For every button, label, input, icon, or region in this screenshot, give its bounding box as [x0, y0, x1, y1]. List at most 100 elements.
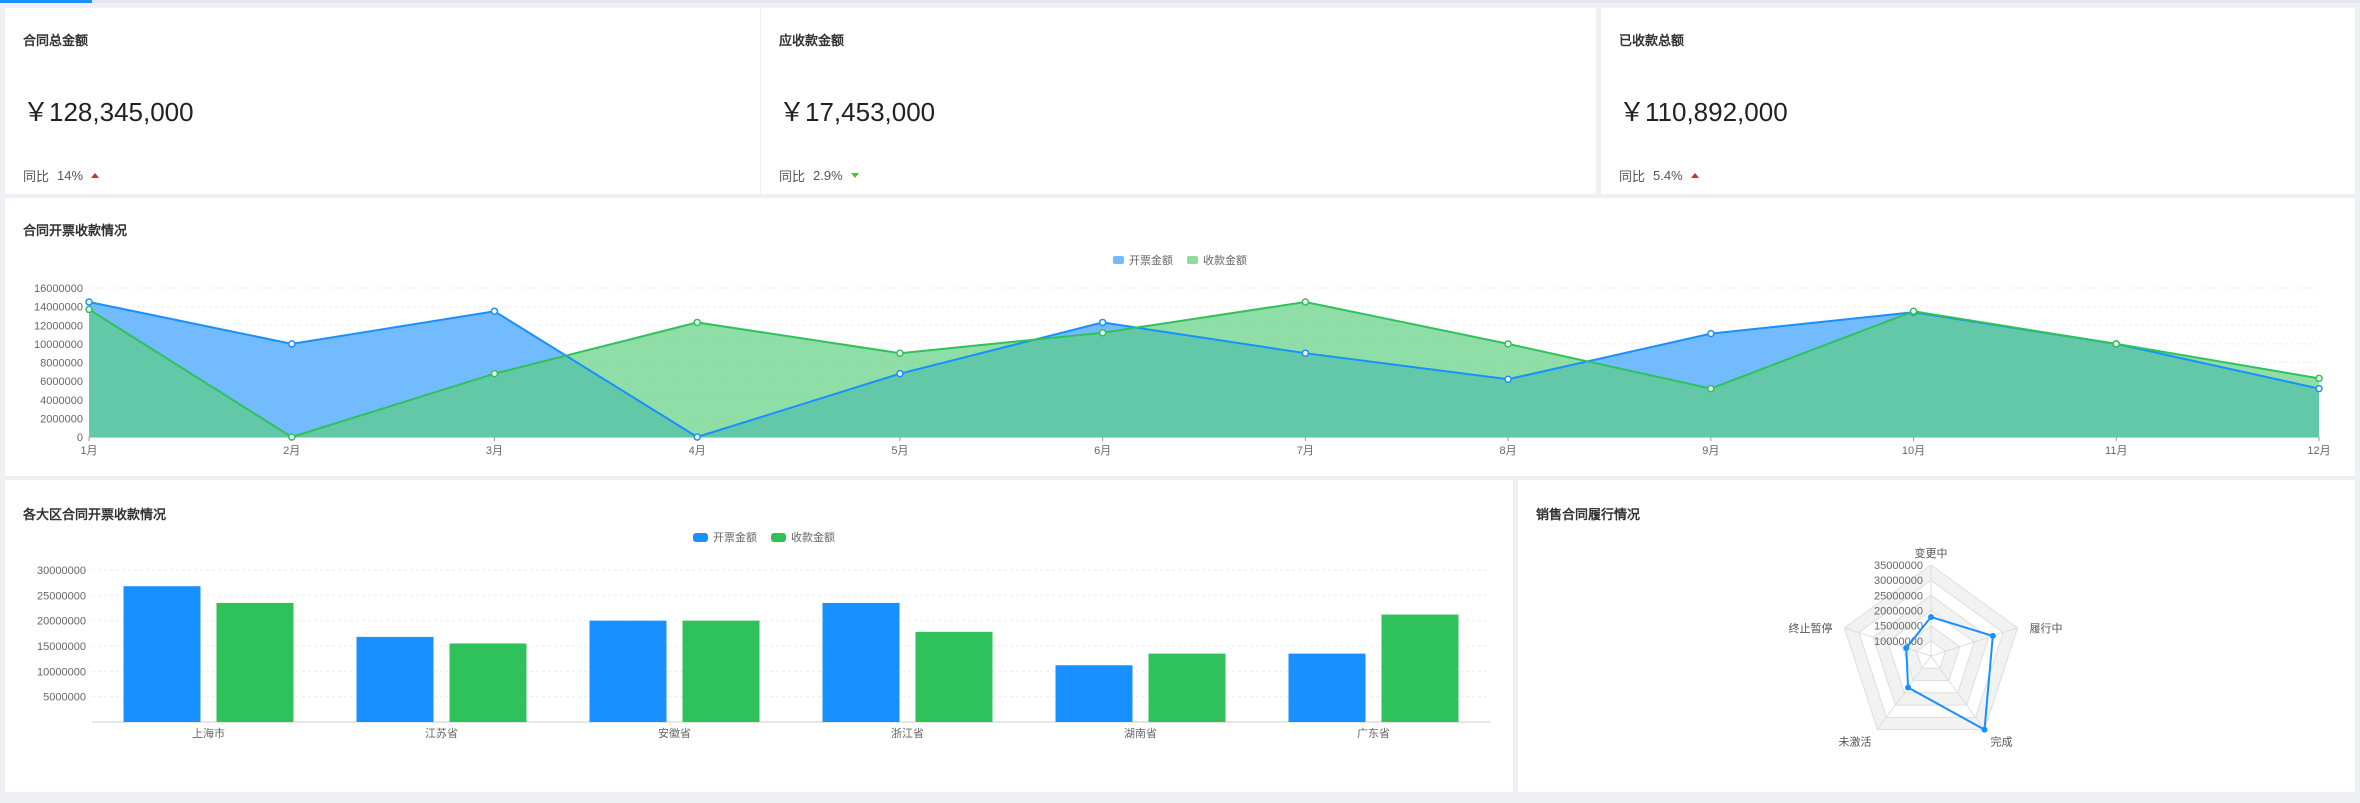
- compare-label: 同比: [779, 169, 806, 184]
- y-tick-label: 20000000: [37, 616, 86, 628]
- data-point: [287, 433, 296, 441]
- radar-point: [1989, 632, 1996, 639]
- y-tick-label: 2000000: [40, 413, 83, 425]
- compare-label: 同比: [23, 169, 50, 184]
- radar-indicator-label: 未激活: [1839, 735, 1872, 749]
- x-tick-label: 安徽省: [658, 726, 691, 740]
- x-tick-label: 9月: [1702, 445, 1719, 457]
- radar-chart-card: 销售合同履行情况 35000000 30000000 25000000 2000000…: [1518, 480, 2355, 792]
- y-tick-label: 6000000: [40, 376, 83, 388]
- x-tick-label: 4月: [689, 445, 706, 457]
- compare-value: 2.9%: [813, 168, 843, 183]
- trend-down-icon: [850, 173, 859, 178]
- x-tick-label: 1月: [80, 445, 97, 457]
- bar-receipt: [1381, 614, 1459, 722]
- stat-value: ￥17,453,000: [779, 97, 936, 127]
- data-point: [1301, 349, 1310, 357]
- stat-value: ￥128,345,000: [23, 97, 194, 127]
- x-tick-label: 江苏省: [425, 727, 458, 740]
- data-point: [1098, 318, 1107, 327]
- data-point: [1098, 328, 1107, 337]
- data-point: [693, 433, 701, 441]
- radar-ring-label: 15000000: [1874, 621, 1923, 633]
- radar-indicator-label: 完成: [1990, 735, 2012, 749]
- bar-receipt: [1148, 653, 1226, 722]
- area-chart: 16000000 14000000 12000000 10000000 8000000 6…: [34, 283, 2331, 457]
- radar-point: [1903, 644, 1910, 651]
- data-point: [287, 340, 296, 348]
- x-tick-label: 10月: [1902, 445, 1925, 457]
- y-tick-label: 4000000: [40, 395, 83, 407]
- y-tick-label: 16000000: [34, 283, 83, 295]
- bar-receipt: [682, 620, 760, 722]
- data-point: [85, 298, 93, 306]
- y-tick-label: 10000000: [34, 339, 83, 351]
- bar-invoice: [1055, 665, 1133, 722]
- y-tick-label: 12000000: [34, 320, 83, 332]
- radar-point: [1928, 614, 1934, 620]
- x-tick-label: 上海市: [192, 726, 225, 740]
- stat-compare: 同比 5.4%: [1619, 166, 1699, 185]
- y-tick-label: 25000000: [37, 590, 86, 602]
- bar-invoice: [356, 636, 434, 722]
- data-point: [1301, 298, 1310, 306]
- stat-title: 已收款总额: [1619, 33, 1685, 48]
- data-point: [2112, 340, 2121, 348]
- y-tick-label: 15000000: [37, 641, 86, 653]
- data-point: [896, 369, 904, 378]
- radar-point: [1905, 684, 1912, 691]
- data-point: [1504, 375, 1512, 384]
- data-point: [1707, 329, 1715, 338]
- stat-title: 应收款金额: [779, 33, 845, 48]
- data-point: [2315, 384, 2323, 393]
- data-point: [490, 369, 499, 378]
- x-tick-label: 2月: [283, 445, 300, 457]
- bar-receipt: [449, 643, 527, 722]
- x-tick-label: 6月: [1094, 445, 1111, 457]
- trend-up-icon: [91, 173, 100, 178]
- bar-chart: 30000000 25000000 20000000 15000000 10000000…: [37, 565, 1490, 740]
- compare-label: 同比: [1619, 169, 1646, 184]
- x-tick-label: 湖南省: [1124, 727, 1157, 740]
- stat-compare: 同比 2.9%: [779, 166, 859, 185]
- bar-receipt: [216, 602, 294, 722]
- y-tick-label: 0: [77, 432, 83, 444]
- active-tab-indicator: [0, 0, 92, 3]
- y-tick-label: 5000000: [43, 692, 86, 704]
- radar-indicator-label: 终止暂停: [1788, 621, 1832, 635]
- x-tick-label: 12月: [2307, 445, 2330, 457]
- x-tick-label: 5月: [891, 445, 908, 457]
- bar-chart-card: 各大区合同开票收款情况 开票金额 收款金额 30000000 25000000 20…: [5, 480, 1513, 792]
- x-tick-label: 广东省: [1357, 727, 1390, 740]
- stat-card-received: 已收款总额 ￥110,892,000 同比 5.4%: [1601, 8, 2355, 194]
- data-point: [85, 305, 93, 314]
- y-tick-label: 10000000: [37, 666, 86, 678]
- radar-ring-label: 35000000: [1874, 560, 1923, 572]
- y-tick-label: 8000000: [40, 358, 83, 370]
- radar-indicator-label: 变更中: [1915, 546, 1948, 560]
- radar-chart: 35000000 30000000 25000000 20000000 15000000…: [1788, 546, 2062, 749]
- stat-compare: 同比 14%: [23, 166, 100, 185]
- stat-value: ￥110,892,000: [1619, 97, 1788, 127]
- radar-ring-label: 20000000: [1874, 606, 1923, 618]
- data-point: [2315, 374, 2323, 383]
- stat-card-receivable: 应收款金额 ￥17,453,000 同比 2.9%: [761, 8, 1596, 194]
- y-tick-label: 30000000: [37, 565, 86, 577]
- radar-point: [1981, 726, 1988, 733]
- bar-invoice: [589, 620, 667, 722]
- stat-title: 合同总金额: [23, 33, 89, 48]
- bar-invoice: [1288, 653, 1366, 722]
- data-point: [896, 349, 904, 357]
- compare-value: 14%: [57, 168, 84, 183]
- compare-value: 5.4%: [1653, 168, 1683, 183]
- stat-card-contract-total: 合同总金额 ￥128,345,000 同比 14%: [5, 8, 760, 194]
- bar-invoice: [123, 586, 201, 722]
- data-point: [1504, 340, 1512, 348]
- top-tab-bar: [0, 0, 2360, 3]
- x-tick-label: 7月: [1297, 445, 1314, 457]
- data-point: [490, 307, 499, 316]
- data-point: [1909, 307, 1918, 316]
- data-point: [1707, 384, 1715, 393]
- x-tick-label: 3月: [486, 445, 503, 457]
- y-tick-label: 14000000: [34, 302, 83, 314]
